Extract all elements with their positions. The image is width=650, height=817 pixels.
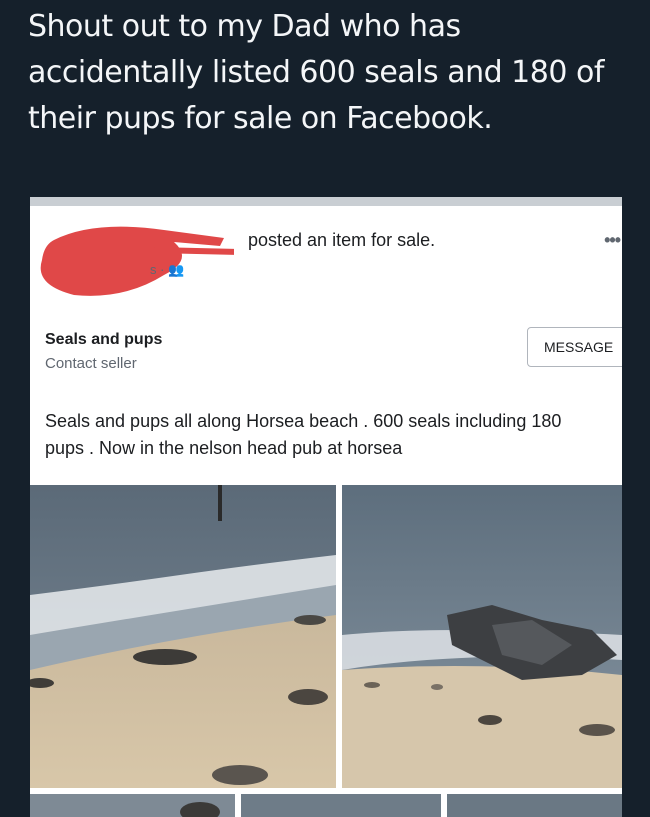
description-line-1: Seals and pups all along Horsea beach . … (45, 411, 562, 431)
ellipsis-icon[interactable]: ••• (604, 230, 621, 251)
friends-icon: 👥 (168, 262, 185, 277)
listing-photo-2[interactable] (342, 485, 622, 788)
listing-title: Seals and pups (45, 331, 163, 348)
post-meta: s · 👥 (150, 262, 184, 278)
description-line-2: pups . Now in the nelson head pub at hor… (45, 438, 403, 458)
post-action-text: posted an item for sale. (248, 230, 436, 250)
listing-description: Seals and pups all along Horsea beach . … (45, 408, 622, 462)
contact-seller-link[interactable]: Contact seller (45, 355, 137, 372)
tweet-text: Shout out to my Dad who has accidentally… (28, 9, 604, 136)
listing-photo-4[interactable] (241, 794, 441, 817)
redaction-scribble (40, 226, 234, 296)
listing-photo-5[interactable] (447, 794, 622, 817)
listing-photo-1[interactable] (30, 485, 336, 788)
listing-photo-3[interactable] (30, 794, 235, 817)
post-meta-suffix: s · (150, 262, 165, 277)
facebook-post-card: posted an item for sale. ••• s · 👥 Seals… (30, 197, 622, 817)
message-button[interactable]: MESSAGE (527, 327, 622, 367)
